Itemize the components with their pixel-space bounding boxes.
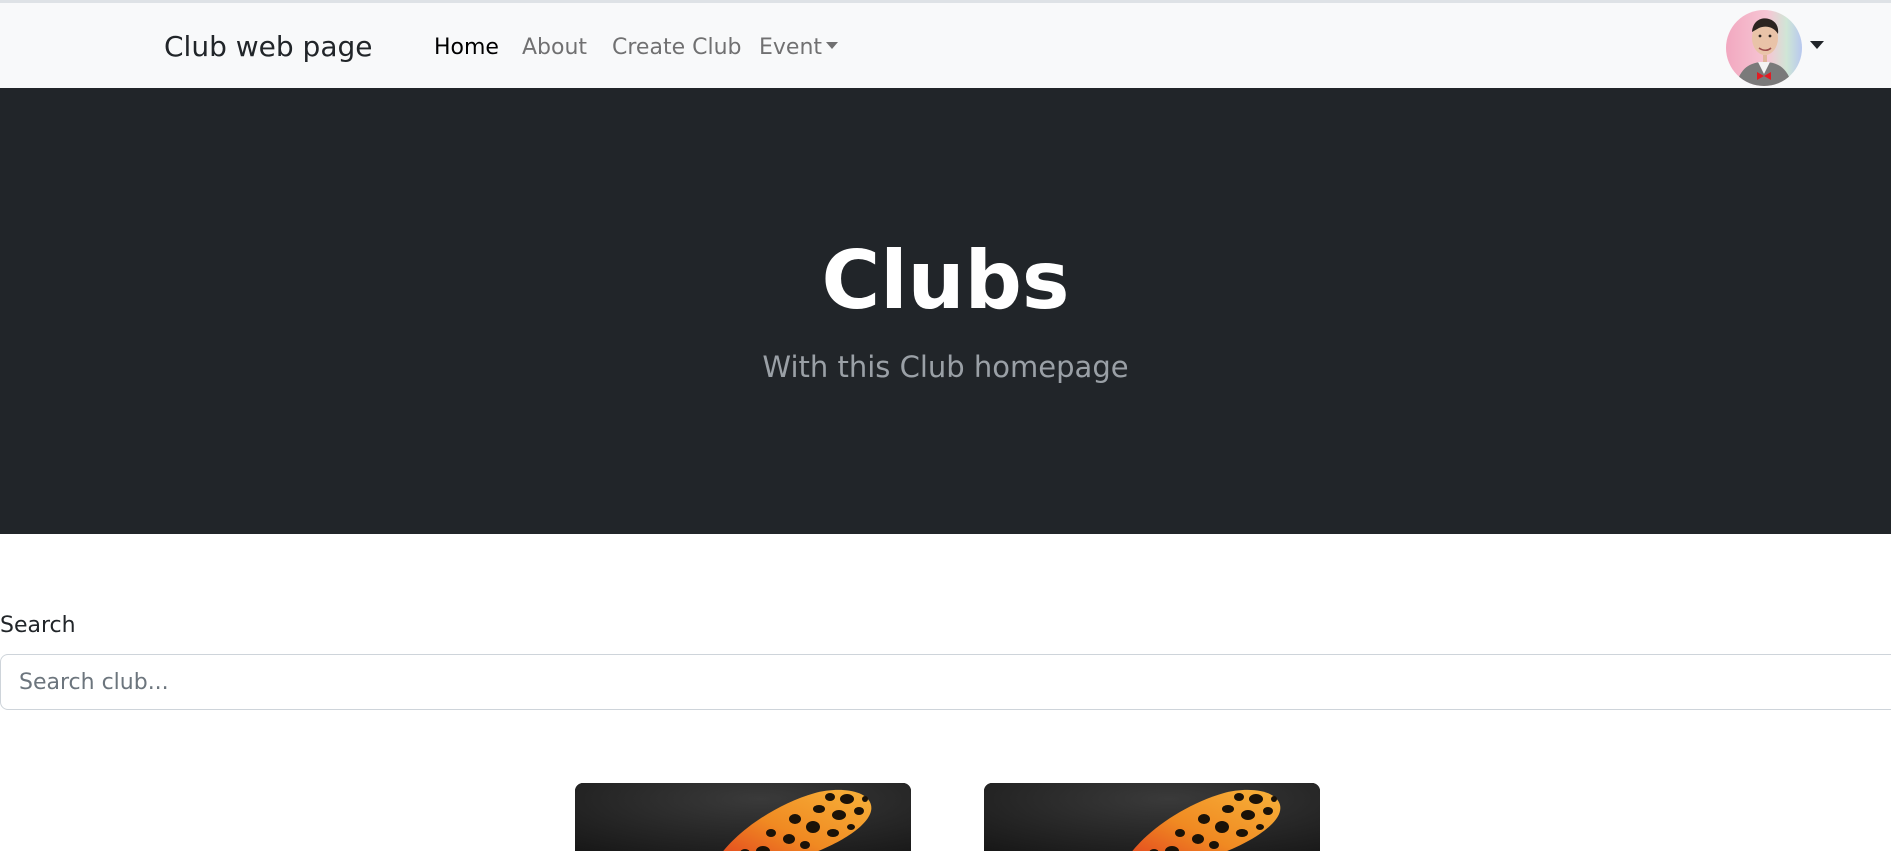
search-input[interactable] <box>0 654 1891 710</box>
hero-title: Clubs <box>821 234 1070 327</box>
nav-link-event-label: Event <box>759 35 823 60</box>
nav-link-about[interactable]: About <box>522 35 587 60</box>
user-avatar-image <box>1726 10 1802 86</box>
search-label: Search <box>0 613 76 638</box>
leopard-gecko-image <box>984 783 1320 851</box>
navbar: Club web page Home About Create Club Eve… <box>0 3 1891 88</box>
hero-banner: Clubs With this Club homepage <box>0 88 1891 534</box>
nav-link-create-club[interactable]: Create Club <box>612 35 741 60</box>
nav-link-home[interactable]: Home <box>434 35 499 60</box>
caret-down-icon <box>1810 41 1824 49</box>
profile-dropdown[interactable] <box>1726 10 1826 86</box>
navbar-brand[interactable]: Club web page <box>164 30 372 63</box>
club-card[interactable] <box>984 783 1320 851</box>
hero-subtitle: With this Club homepage <box>762 350 1129 384</box>
club-card[interactable] <box>575 783 911 851</box>
leopard-gecko-image <box>575 783 911 851</box>
chevron-down-icon <box>826 42 839 49</box>
nav-dropdown-event[interactable]: Event <box>759 35 839 60</box>
